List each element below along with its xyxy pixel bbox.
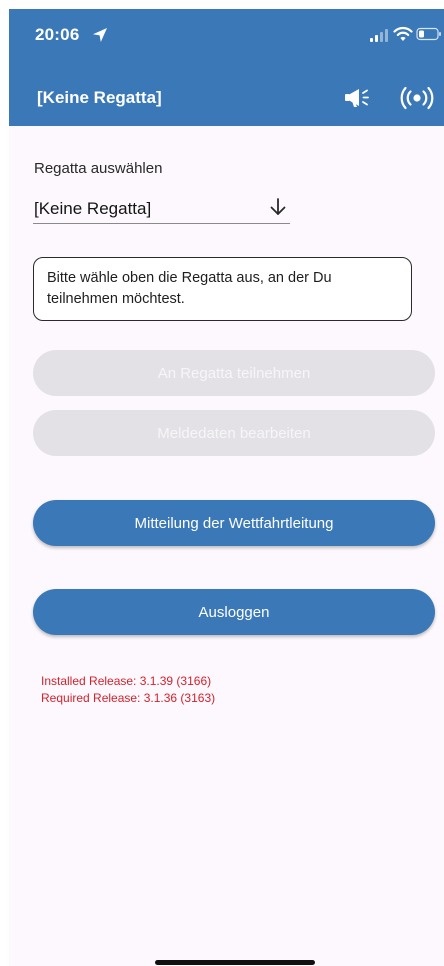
home-indicator <box>155 960 315 965</box>
info-message-text: Bitte wähle oben die Regatta aus, an der… <box>47 270 332 307</box>
cellular-signal-icon <box>370 29 388 42</box>
status-bar: 20:06 <box>9 9 444 61</box>
edit-registration-button[interactable]: Meldedaten bearbeiten <box>33 410 435 456</box>
wifi-icon <box>393 26 413 41</box>
join-regatta-button[interactable]: An Regatta teilnehmen <box>33 350 435 396</box>
app-header: 20:06 [Keine Regatta] <box>9 9 444 126</box>
arrow-down-icon <box>270 198 286 215</box>
race-committee-notice-button[interactable]: Mitteilung der Wettfahrtleitung <box>33 500 435 546</box>
required-release-text: Required Release: 3.1.36 (3163) <box>41 691 216 705</box>
location-arrow-icon <box>93 28 107 42</box>
regatta-select-value: [Keine Regatta] <box>34 199 152 218</box>
info-message-box: Bitte wähle oben die Regatta aus, an der… <box>33 257 412 321</box>
battery-icon <box>416 27 441 41</box>
megaphone-icon[interactable] <box>344 86 370 110</box>
app-bar-title: [Keine Regatta] <box>37 88 162 107</box>
broadcast-icon[interactable] <box>398 86 436 110</box>
phone-screen: 20:06 [Keine Regatta] Regatta auswählen … <box>0 0 444 966</box>
logout-button[interactable]: Ausloggen <box>33 589 435 635</box>
regatta-select-label: Regatta auswählen <box>34 160 163 177</box>
regatta-select[interactable]: [Keine Regatta] <box>33 193 290 224</box>
installed-release-text: Installed Release: 3.1.39 (3166) <box>41 674 212 688</box>
app-screen: 20:06 [Keine Regatta] Regatta auswählen … <box>9 9 444 966</box>
status-time: 20:06 <box>35 25 80 44</box>
